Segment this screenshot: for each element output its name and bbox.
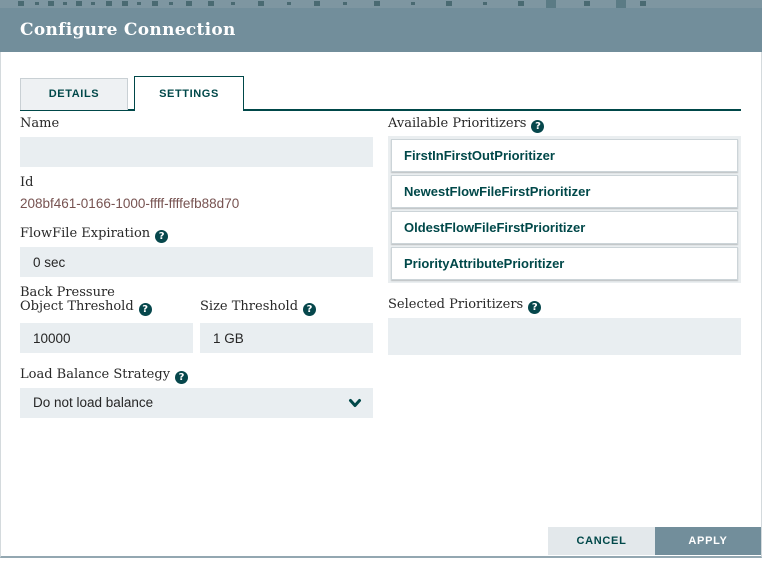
prioritizer-item[interactable]: NewestFlowFileFirstPrioritizer	[391, 175, 738, 208]
dialog-title: Configure Connection	[20, 8, 236, 52]
name-label: Name	[20, 117, 59, 131]
load-balance-strategy-dropdown[interactable]: Do not load balance	[20, 388, 373, 418]
selected-prioritizers-label-text: Selected Prioritizers	[388, 297, 523, 312]
load-balance-strategy-value: Do not load balance	[33, 395, 153, 410]
help-icon[interactable]	[139, 303, 152, 316]
available-prioritizers-label-text: Available Prioritizers	[388, 116, 526, 131]
selected-prioritizers-dropzone[interactable]	[388, 318, 741, 355]
object-threshold-input[interactable]	[20, 323, 193, 353]
back-pressure-object-threshold-label: Back Pressure Object Threshold	[20, 286, 152, 316]
name-input[interactable]	[20, 137, 373, 167]
cancel-button[interactable]: CANCEL	[548, 527, 655, 555]
size-threshold-label-text: Size Threshold	[200, 299, 298, 314]
id-label: Id	[20, 176, 33, 190]
background-toolbar-strip	[0, 0, 762, 8]
help-icon[interactable]	[175, 371, 188, 384]
help-icon[interactable]	[303, 303, 316, 316]
prioritizer-item[interactable]: FirstInFirstOutPrioritizer	[391, 139, 738, 172]
available-prioritizers-list: FirstInFirstOutPrioritizer NewestFlowFil…	[388, 136, 741, 283]
load-balance-strategy-label-text: Load Balance Strategy	[20, 367, 170, 382]
prioritizer-item[interactable]: OldestFlowFileFirstPrioritizer	[391, 211, 738, 244]
back-pressure-group-label: Back Pressure	[20, 285, 115, 300]
object-threshold-label-text: Object Threshold	[20, 299, 134, 314]
flowfile-expiration-input[interactable]	[20, 247, 373, 277]
tab-underline	[20, 109, 741, 111]
size-threshold-input[interactable]	[200, 323, 373, 353]
available-prioritizers-label: Available Prioritizers	[388, 117, 544, 133]
flowfile-expiration-label-text: FlowFile Expiration	[20, 226, 150, 241]
id-value: 208bf461-0166-1000-ffff-ffffefb88d70	[20, 196, 239, 211]
load-balance-strategy-label: Load Balance Strategy	[20, 368, 188, 384]
tab-details[interactable]: DETAILS	[20, 78, 128, 110]
size-threshold-label: Size Threshold	[200, 300, 316, 316]
tab-settings[interactable]: SETTINGS	[134, 76, 244, 111]
flowfile-expiration-label: FlowFile Expiration	[20, 227, 168, 243]
selected-prioritizers-label: Selected Prioritizers	[388, 298, 541, 314]
chevron-down-icon	[346, 394, 364, 412]
prioritizer-item[interactable]: PriorityAttributePrioritizer	[391, 247, 738, 280]
help-icon[interactable]	[528, 301, 541, 314]
background-toolbar-icons	[18, 1, 24, 6]
help-icon[interactable]	[531, 120, 544, 133]
help-icon[interactable]	[155, 230, 168, 243]
apply-button[interactable]: APPLY	[655, 527, 761, 555]
